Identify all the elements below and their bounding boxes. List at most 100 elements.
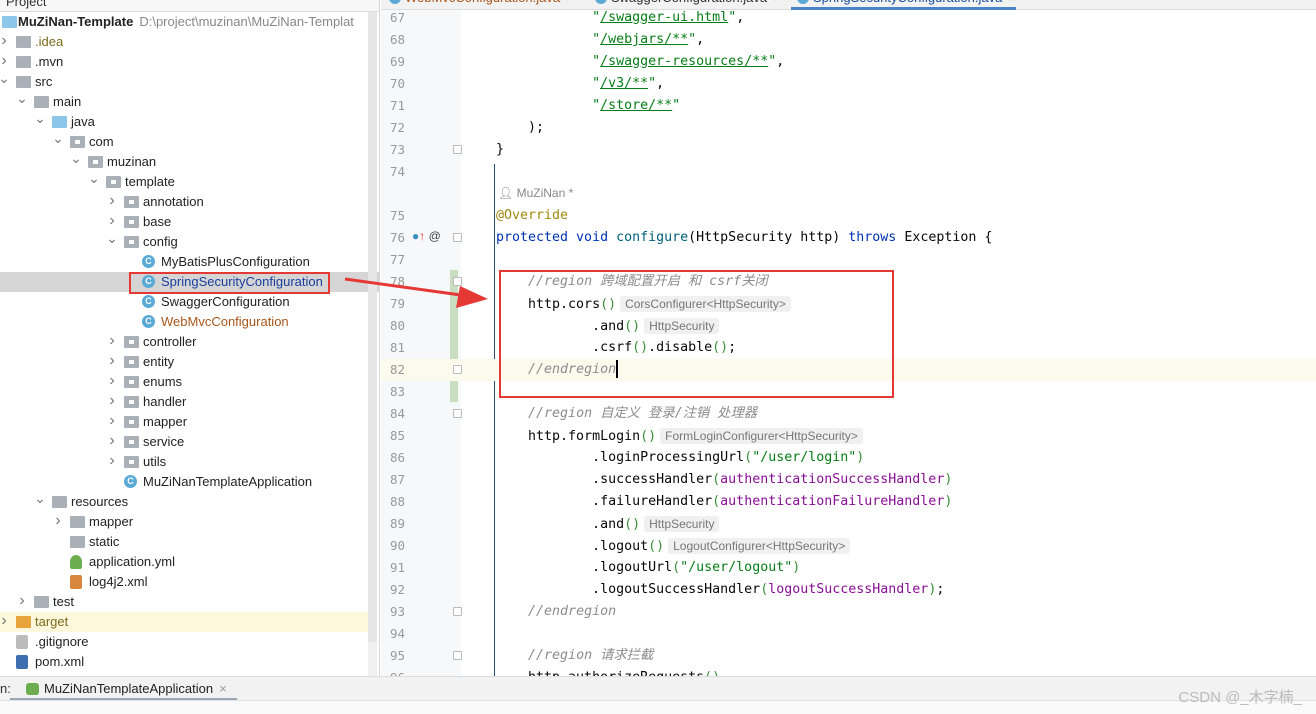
tree-item[interactable]: application.yml [0,552,368,572]
author-hint[interactable]: 👤︎ MuZiNan * [498,184,573,202]
code-line[interactable]: .logoutUrl("/user/logout") [496,557,800,579]
close-icon[interactable]: × [773,0,781,5]
tree-item[interactable]: › service [0,432,368,452]
code-line[interactable]: "/swagger-resources/**", [496,51,784,73]
chevron-right-icon[interactable]: › [106,212,118,230]
tree-item[interactable]: log4j2.xml [0,572,368,592]
chevron-right-icon[interactable]: › [106,192,118,210]
tree-item[interactable]: C SwaggerConfiguration [0,292,368,312]
tree-item[interactable]: › handler [0,392,368,412]
chevron-down-icon[interactable]: ⌄ [0,71,10,85]
tree-item[interactable]: › test [0,592,368,612]
line-number[interactable]: 90 [381,535,405,557]
fold-marker-icon[interactable] [453,607,462,616]
line-number[interactable]: 91 [381,557,405,579]
close-icon[interactable]: × [219,681,227,696]
gutter-icons[interactable]: ●↑ @ [412,229,441,243]
chevron-down-icon[interactable]: ⌄ [34,491,46,505]
line-number[interactable]: 86 [381,447,405,469]
chevron-right-icon[interactable]: › [0,32,10,50]
tree-item[interactable]: › .idea [0,32,368,52]
line-number[interactable]: 69 [381,51,405,73]
code-line[interactable]: .failureHandler(authenticationFailureHan… [496,491,952,513]
line-number[interactable]: 68 [381,29,405,51]
tree-item[interactable]: static [0,532,368,552]
tree-item[interactable]: ⌄ template [0,171,368,192]
line-number[interactable]: 87 [381,469,405,491]
tree-item[interactable]: › target [0,612,368,632]
tree-item[interactable]: › .mvn [0,52,368,72]
code-line[interactable]: "/v3/**", [496,73,664,95]
project-root[interactable]: MuZiNan-Template D:\project\muzinan\MuZiN… [0,12,368,32]
line-number[interactable]: 89 [381,513,405,535]
code-line[interactable]: .logoutSuccessHandler(logoutSuccessHandl… [496,579,944,601]
tree-item[interactable]: › annotation [0,192,368,212]
line-number[interactable]: 73 [381,139,405,161]
tree-item[interactable]: ⌄ resources [0,491,368,512]
code-line[interactable]: .and() HttpSecurity [496,513,723,535]
tree-item[interactable]: C WebMvcConfiguration [0,312,368,332]
tree-item[interactable]: › entity [0,352,368,372]
code-line[interactable]: http.formLogin() FormLoginConfigurer<Http… [496,425,867,447]
tree-item[interactable]: ⌄ java [0,111,368,132]
line-number[interactable]: 88 [381,491,405,513]
annotation-icon[interactable]: @ [429,229,441,243]
chevron-right-icon[interactable]: › [106,432,118,450]
line-number[interactable]: 77 [381,249,405,271]
tree-item[interactable]: › controller [0,332,368,352]
editor-tab[interactable]: SpringSecurityConfiguration.java × [791,0,1016,10]
chevron-right-icon[interactable]: › [16,592,28,610]
tree-item[interactable]: C MuZiNanTemplateApplication [0,472,368,492]
chevron-right-icon[interactable]: › [106,412,118,430]
line-number[interactable]: 74 [381,161,405,183]
fold-marker-icon[interactable] [453,145,462,154]
line-number[interactable]: 84 [381,403,405,425]
chevron-down-icon[interactable]: ⌄ [70,151,82,165]
sidebar-scrollbar[interactable] [368,12,377,676]
tree-item[interactable]: › mapper [0,412,368,432]
line-number[interactable]: 75 [381,205,405,227]
chevron-right-icon[interactable]: › [106,332,118,350]
line-number[interactable]: 76 [381,227,405,249]
line-number[interactable]: 94 [381,623,405,645]
code-line[interactable]: "/store/**" [496,95,680,117]
code-line[interactable]: ); [496,117,544,139]
tree-item[interactable]: pom.xml [0,652,368,672]
code-line[interactable]: .loginProcessingUrl("/user/login") [496,447,864,469]
chevron-down-icon[interactable]: ⌄ [16,91,28,105]
chevron-right-icon[interactable]: › [106,452,118,470]
close-icon[interactable]: × [1008,0,1016,5]
tree-item[interactable]: › mapper [0,512,368,532]
tree-item[interactable]: ⌄ main [0,91,368,112]
chevron-down-icon[interactable]: ⌄ [52,131,64,145]
line-number[interactable]: 80 [381,315,405,337]
chevron-right-icon[interactable]: › [0,612,10,630]
code-line[interactable]: //endregion [496,601,616,623]
code-line[interactable]: "/webjars/**", [496,29,704,51]
project-panel-header[interactable]: Project [0,0,379,12]
code-line[interactable]: @Override [496,205,568,227]
code-line[interactable]: .successHandler(authenticationSuccessHan… [496,469,952,491]
code-line[interactable]: //region 自定义 登录/注销 处理器 [496,403,757,425]
fold-marker-icon[interactable] [453,365,462,374]
chevron-right-icon[interactable]: › [106,392,118,410]
line-number[interactable]: 81 [381,337,405,359]
code-line[interactable]: protected void configure(HttpSecurity ht… [496,227,992,249]
close-icon[interactable]: × [566,0,574,5]
line-number[interactable]: 93 [381,601,405,623]
tree-item[interactable]: › utils [0,452,368,472]
chevron-right-icon[interactable]: › [0,52,10,70]
tree-item[interactable]: ⌄ src [0,71,368,92]
code-line[interactable]: "/swagger-ui.html", [496,7,744,29]
line-number[interactable]: 67 [381,7,405,29]
chevron-right-icon[interactable]: › [106,372,118,390]
tree-item[interactable]: .gitignore [0,632,368,652]
tree-item[interactable]: › enums [0,372,368,392]
line-number[interactable]: 95 [381,645,405,667]
run-tab[interactable]: MuZiNanTemplateApplication × [10,677,237,701]
line-number[interactable]: 92 [381,579,405,601]
tree-item[interactable]: ⌄ muzinan [0,151,368,172]
tree-item[interactable]: › base [0,212,368,232]
line-number[interactable]: 85 [381,425,405,447]
line-number[interactable]: 72 [381,117,405,139]
